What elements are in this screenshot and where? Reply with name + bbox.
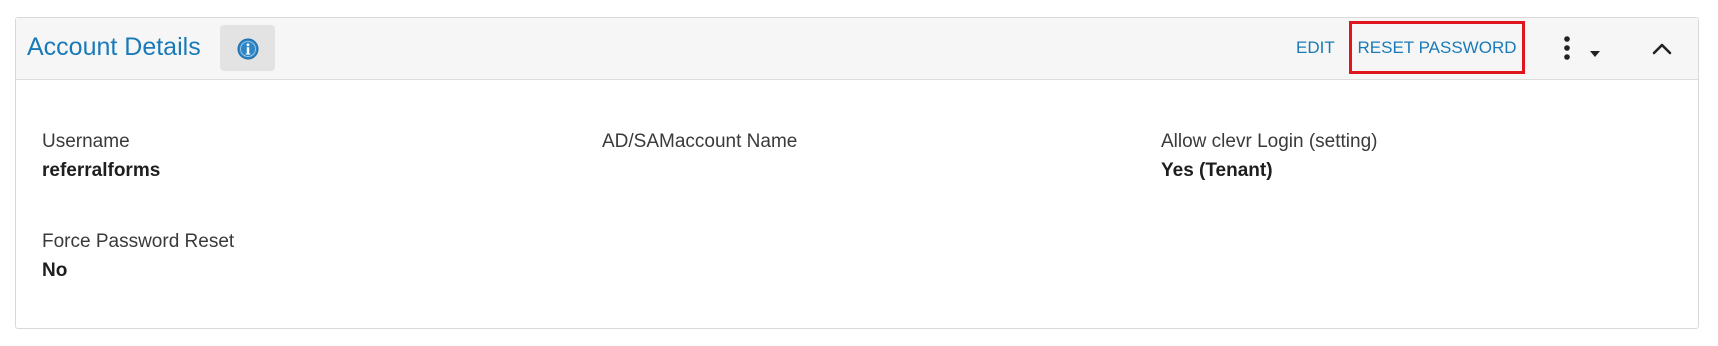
ad-samaccount-label: AD/SAMaccount Name xyxy=(602,131,798,152)
account-details-panel: Account Details EDIT RESET PASSWORD User… xyxy=(15,17,1699,329)
collapse-button[interactable] xyxy=(1646,34,1678,64)
info-icon xyxy=(237,38,259,60)
username-field: Username referralforms xyxy=(42,130,160,183)
reset-password-highlight: RESET PASSWORD xyxy=(1349,21,1525,74)
edit-button[interactable]: EDIT xyxy=(1296,38,1335,58)
panel-title: Account Details xyxy=(27,33,201,61)
allow-login-field: Allow clevr Login (setting) Yes (Tenant) xyxy=(1161,130,1377,183)
allow-login-label: Allow clevr Login (setting) xyxy=(1161,131,1378,152)
chevron-up-icon xyxy=(1652,43,1672,55)
force-reset-field: Force Password Reset No xyxy=(42,230,234,283)
panel-header: Account Details EDIT RESET PASSWORD xyxy=(16,18,1698,80)
username-value: referralforms xyxy=(42,160,161,181)
kebab-menu-icon xyxy=(1564,36,1570,60)
allow-login-value: Yes (Tenant) xyxy=(1161,160,1273,181)
info-button[interactable] xyxy=(220,25,275,71)
caret-down-icon xyxy=(1590,51,1600,57)
ad-samaccount-value xyxy=(602,159,797,183)
reset-password-button[interactable]: RESET PASSWORD xyxy=(1352,24,1522,71)
ad-samaccount-field: AD/SAMaccount Name xyxy=(602,130,797,183)
more-actions-button[interactable] xyxy=(1559,32,1609,66)
username-label: Username xyxy=(42,131,130,152)
force-reset-label: Force Password Reset xyxy=(42,231,235,252)
force-reset-value: No xyxy=(42,260,68,281)
